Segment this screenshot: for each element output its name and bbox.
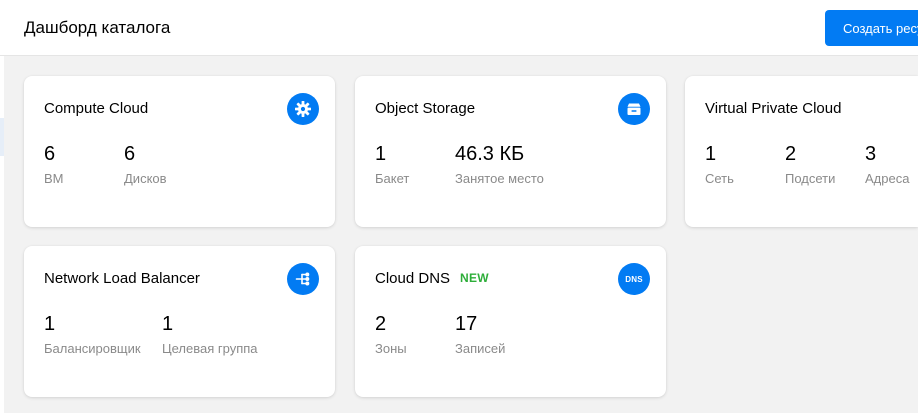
stat-label: Бакет <box>375 171 410 186</box>
card-title: Virtual Private Cloud <box>705 100 842 117</box>
card-title: Cloud DNS NEW <box>375 270 489 287</box>
card-title: Object Storage <box>375 100 476 117</box>
stat-label: Дисков <box>124 171 167 186</box>
stat-buckets: 1 Бакет <box>375 142 409 186</box>
card-compute-cloud[interactable]: Compute Cloud 6 ВМ 6 Дисков <box>24 76 335 227</box>
stat-label: Адреса <box>865 171 910 186</box>
stat-vm: 6 ВМ <box>44 142 64 186</box>
stat-label: Записей <box>455 341 506 356</box>
stat-label: Подсети <box>785 171 836 186</box>
create-resource-button[interactable]: Создать ресурс <box>825 10 918 46</box>
stat-value: 1 <box>44 313 56 335</box>
page-title: Дашборд каталога <box>24 18 171 37</box>
stat-value: 6 <box>124 143 136 165</box>
stat-value: 1 <box>162 313 174 335</box>
card-object-storage[interactable]: Object Storage 1 Бакет 46.3 КБ Занятое м… <box>355 76 666 227</box>
stat-value: 3 <box>865 143 877 165</box>
stat-zones: 2 Зоны <box>375 312 407 356</box>
stat-networks: 1 Сеть <box>705 142 734 186</box>
card-title-text: Cloud DNS <box>375 270 451 287</box>
stat-label: Балансировщик <box>44 341 141 356</box>
stat-subnets: 2 Подсети <box>785 142 835 186</box>
load-balancer-icon <box>287 263 319 295</box>
stat-value: 46.3 КБ <box>455 143 525 165</box>
stat-value: 2 <box>785 143 797 165</box>
stat-label: Сеть <box>705 171 734 186</box>
card-cloud-dns[interactable]: Cloud DNS NEW DNS 2 Зоны 17 Записей <box>355 246 666 397</box>
stat-label: Целевая группа <box>162 341 258 356</box>
stat-records: 17 Записей <box>455 312 505 356</box>
stat-label: ВМ <box>44 171 64 186</box>
stat-disks: 6 Дисков <box>124 142 167 186</box>
page-header: Дашборд каталога Создать ресурс <box>0 0 918 56</box>
dns-icon: DNS <box>618 263 650 295</box>
sidebar-active-marker <box>0 118 4 156</box>
stat-value: 2 <box>375 313 387 335</box>
sidebar-edge <box>0 56 4 413</box>
stat-used-space: 46.3 КБ Занятое место <box>455 142 544 186</box>
stat-value: 1 <box>375 143 387 165</box>
stat-value: 6 <box>44 143 56 165</box>
card-title: Network Load Balancer <box>44 270 200 287</box>
card-virtual-private-cloud[interactable]: Virtual Private Cloud 1 Сеть 2 Подсети 3… <box>685 76 918 227</box>
stat-addresses: 3 Адреса <box>865 142 909 186</box>
stat-value: 1 <box>705 143 717 165</box>
stat-value: 17 <box>455 313 478 335</box>
stat-label: Зоны <box>375 341 407 356</box>
stat-balancers: 1 Балансировщик <box>44 312 141 356</box>
stat-target-groups: 1 Целевая группа <box>162 312 258 356</box>
card-network-load-balancer[interactable]: Network Load Balancer 1 Балансировщик 1 … <box>24 246 335 397</box>
dns-icon-text: DNS <box>625 274 643 284</box>
card-title: Compute Cloud <box>44 100 149 117</box>
stat-label: Занятое место <box>455 171 544 186</box>
gear-icon <box>287 93 319 125</box>
new-badge: NEW <box>460 271 489 285</box>
storage-icon <box>618 93 650 125</box>
